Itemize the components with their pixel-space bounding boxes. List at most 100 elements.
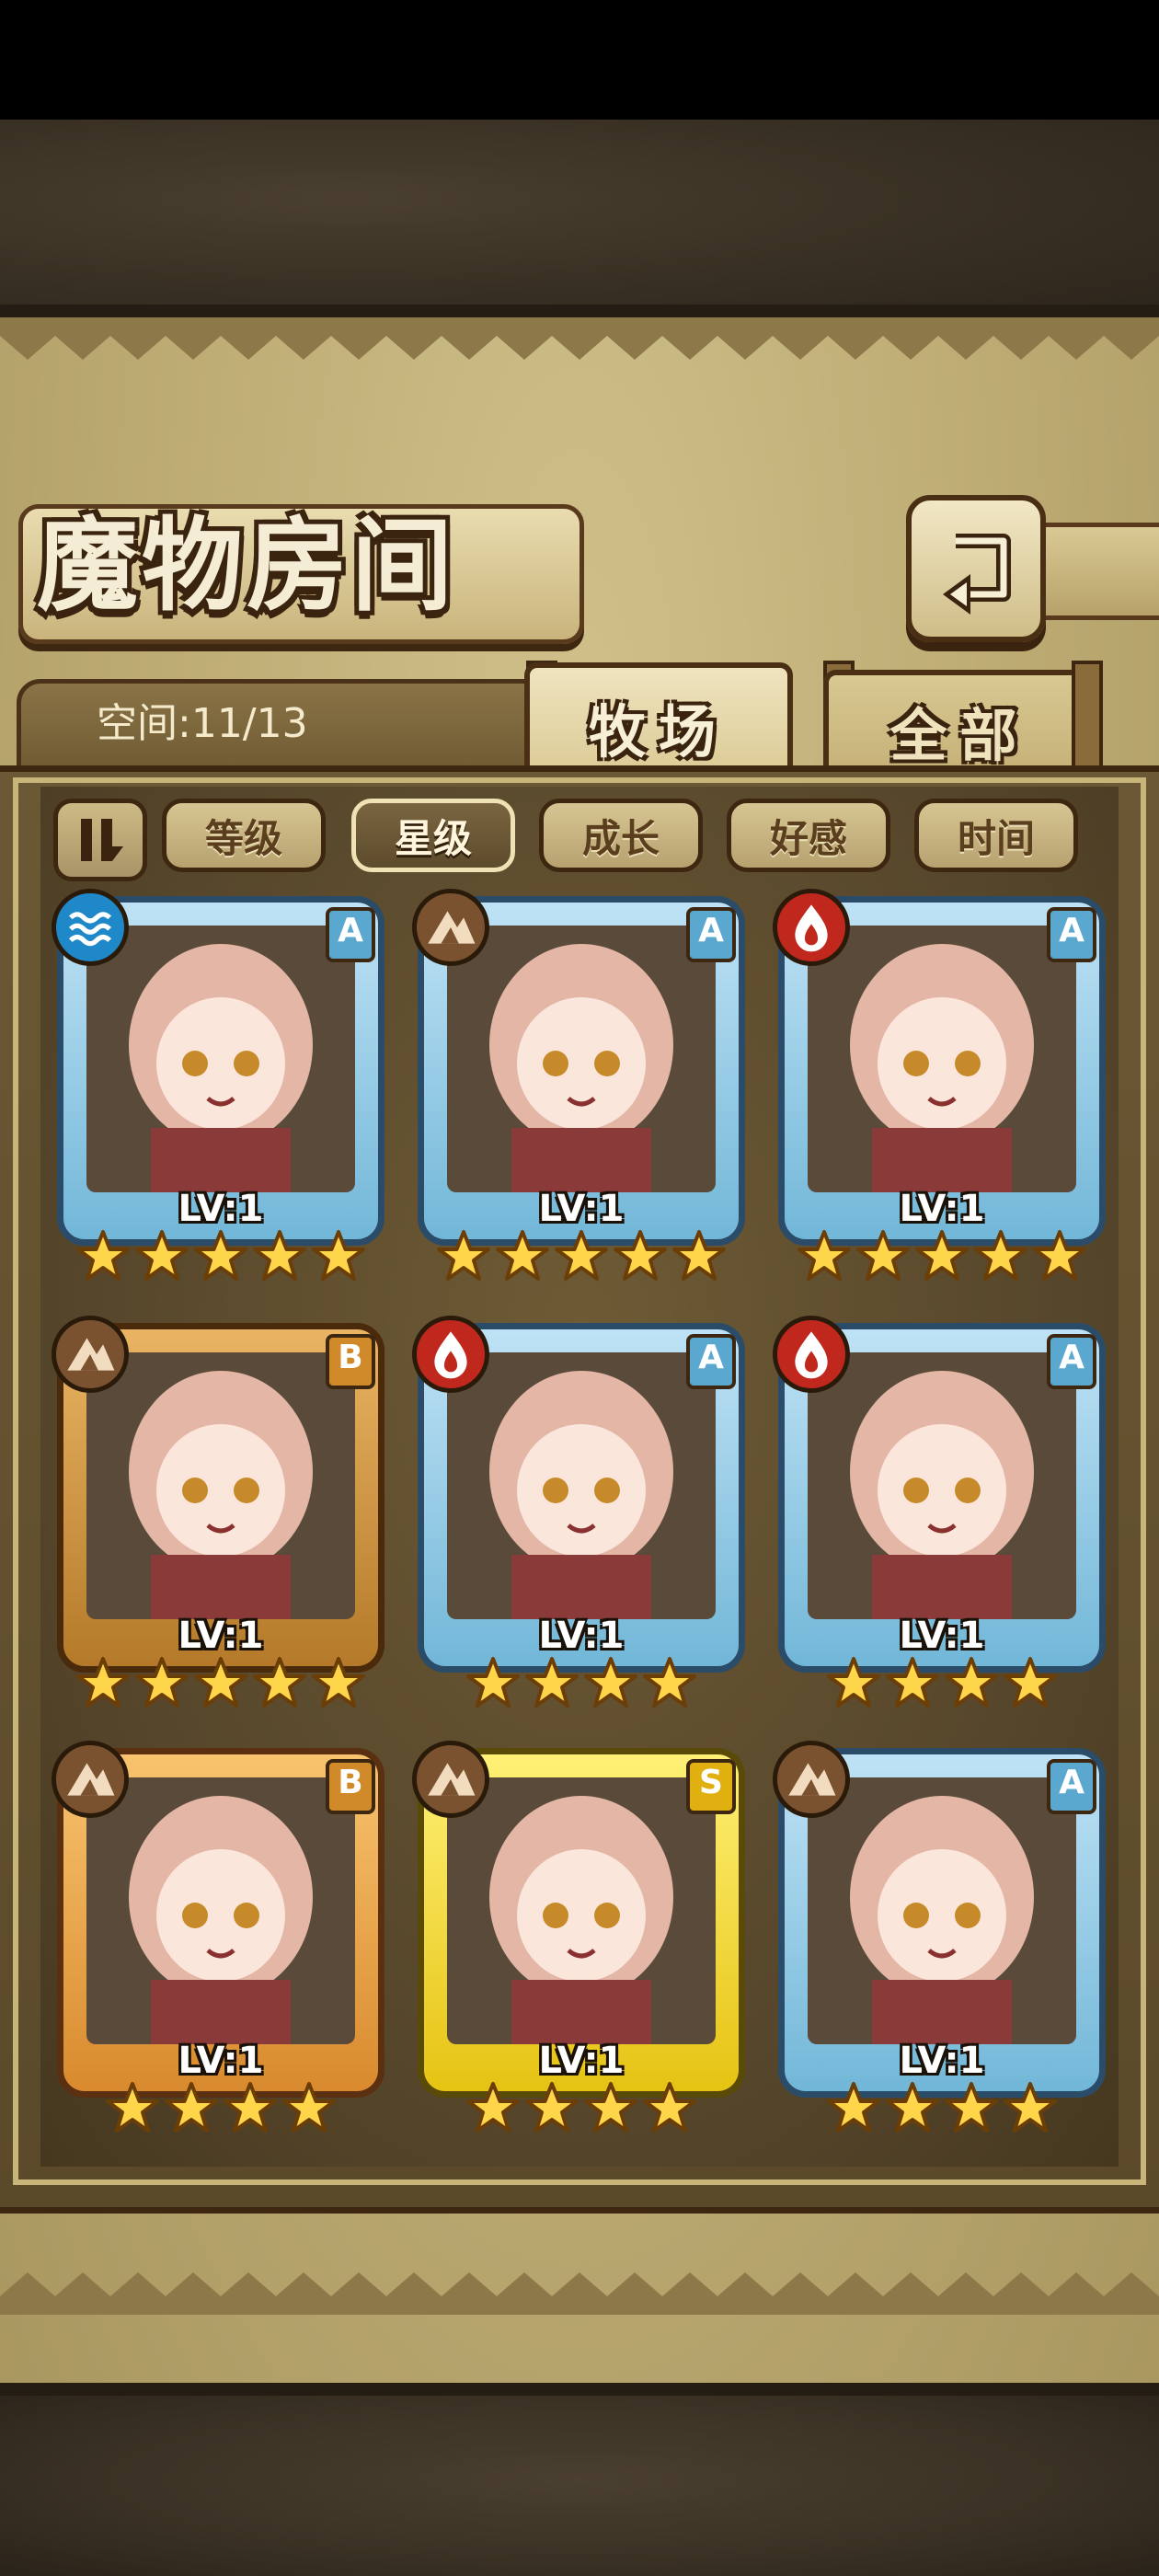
fire-element-icon (773, 1316, 850, 1393)
zigzag-border-bottom (0, 2272, 1159, 2315)
monster-portrait (447, 926, 716, 1192)
monster-portrait (808, 926, 1076, 1192)
star-icon (312, 1657, 365, 1708)
star-icon (584, 2082, 637, 2133)
monster-portrait (808, 1777, 1076, 2044)
star-icon (1004, 1657, 1057, 1708)
star-icon (135, 1230, 189, 1281)
monster-card[interactable]: B LV:1 (52, 1741, 390, 2136)
rank-badge: A (686, 907, 736, 962)
back-strip (1035, 523, 1159, 620)
star-rating (773, 2079, 1111, 2140)
tab-all-label: 全部 (889, 702, 1030, 769)
sort-order-toggle[interactable] (53, 799, 147, 881)
rank-badge: A (1047, 1334, 1096, 1389)
star-icon (525, 2082, 579, 2133)
level-label: LV:1 (178, 2040, 264, 2082)
monster-card[interactable]: A LV:1 (773, 889, 1111, 1284)
star-icon (945, 1657, 998, 1708)
earth-element-icon (52, 1741, 129, 1818)
star-icon (312, 1230, 365, 1281)
monster-card[interactable]: A LV:1 (773, 1316, 1111, 1711)
star-icon (106, 2082, 159, 2133)
tab-farm-label: 牧场 (588, 698, 729, 765)
page-title: 魔物房间 (37, 506, 456, 625)
star-icon (466, 1657, 520, 1708)
star-rating (412, 2079, 751, 2140)
level-label: LV:1 (899, 1188, 985, 1230)
space-count: 空间:11/13 (97, 700, 308, 747)
level-label: LV:1 (899, 1615, 985, 1657)
earth-element-icon (52, 1316, 129, 1393)
star-icon (253, 1230, 306, 1281)
star-icon (76, 1657, 130, 1708)
star-icon (555, 1230, 608, 1281)
star-icon (1033, 1230, 1086, 1281)
star-icon (496, 1230, 549, 1281)
status-bar (0, 0, 1159, 120)
level-label: LV:1 (178, 1188, 264, 1230)
return-arrow-icon (943, 534, 1011, 615)
star-icon (194, 1657, 247, 1708)
level-label: LV:1 (538, 1615, 625, 1657)
level-label: LV:1 (538, 1188, 625, 1230)
earth-element-icon (412, 1741, 489, 1818)
star-icon (827, 1657, 880, 1708)
sort-by-growth-button[interactable]: 成长 (539, 799, 703, 872)
monster-portrait (86, 1352, 355, 1619)
star-icon (798, 1230, 851, 1281)
sort-by-stars-button[interactable]: 星级 (351, 799, 515, 872)
back-button[interactable] (906, 495, 1046, 642)
star-icon (643, 2082, 696, 2133)
star-rating (52, 1654, 390, 1715)
fire-element-icon (773, 889, 850, 966)
star-icon (194, 1230, 247, 1281)
rank-badge: A (326, 907, 375, 962)
monster-card[interactable]: A LV:1 (412, 1316, 751, 1711)
star-icon (165, 2082, 218, 2133)
level-label: LV:1 (538, 2040, 625, 2082)
star-icon (584, 1657, 637, 1708)
monster-portrait (447, 1777, 716, 2044)
sort-by-time-button[interactable]: 时间 (914, 799, 1078, 872)
star-icon (76, 1230, 130, 1281)
map-background-bottom (0, 2383, 1159, 2576)
sort-by-affection-button[interactable]: 好感 (727, 799, 890, 872)
level-label: LV:1 (899, 2040, 985, 2082)
star-icon (466, 2082, 520, 2133)
star-rating (773, 1654, 1111, 1715)
star-icon (672, 1230, 726, 1281)
rank-badge: A (686, 1334, 736, 1389)
zigzag-border-top (0, 317, 1159, 360)
star-icon (253, 1657, 306, 1708)
monster-card[interactable]: B LV:1 (52, 1316, 390, 1711)
star-rating (52, 2079, 390, 2140)
rank-badge: B (326, 1334, 375, 1389)
monster-card[interactable]: S LV:1 (412, 1741, 751, 2136)
star-icon (282, 2082, 336, 2133)
star-rating (52, 1227, 390, 1288)
sort-toggle-icon (81, 819, 123, 861)
water-element-icon (52, 889, 129, 966)
monster-card[interactable]: A LV:1 (52, 889, 390, 1284)
star-icon (135, 1657, 189, 1708)
earth-element-icon (412, 889, 489, 966)
star-rating (773, 1227, 1111, 1288)
rank-badge: A (1047, 907, 1096, 962)
monster-card[interactable]: A LV:1 (412, 889, 751, 1284)
monster-portrait (86, 1777, 355, 2044)
star-icon (437, 1230, 490, 1281)
monster-card[interactable]: A LV:1 (773, 1741, 1111, 2136)
star-icon (827, 2082, 880, 2133)
sort-by-level-button[interactable]: 等级 (162, 799, 326, 872)
earth-element-icon (773, 1741, 850, 1818)
rank-badge: S (686, 1759, 736, 1814)
fire-element-icon (412, 1316, 489, 1393)
star-icon (643, 1657, 696, 1708)
star-icon (856, 1230, 910, 1281)
star-icon (614, 1230, 667, 1281)
star-icon (945, 2082, 998, 2133)
star-icon (886, 2082, 939, 2133)
level-label: LV:1 (178, 1615, 264, 1657)
star-icon (915, 1230, 969, 1281)
